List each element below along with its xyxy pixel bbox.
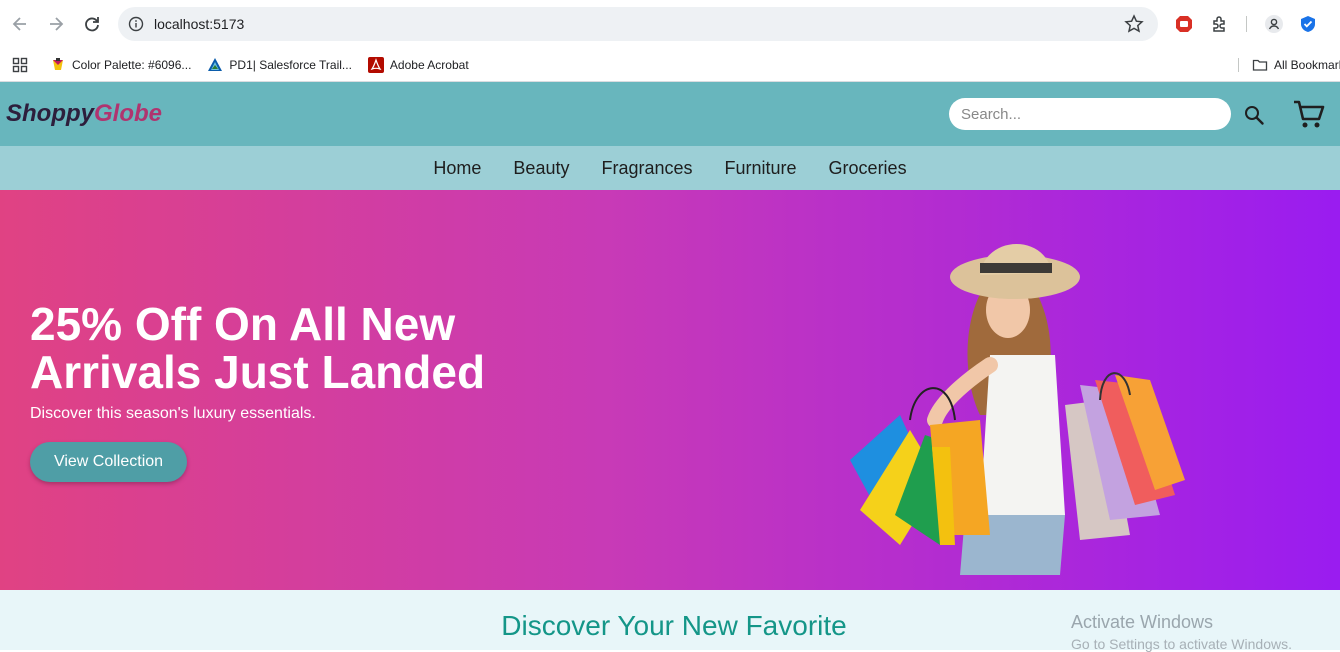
site-header: ShoppyGlobe	[0, 82, 1340, 146]
bookmarks-divider	[1238, 58, 1239, 72]
all-bookmarks-label: All Bookmarks	[1274, 58, 1340, 72]
forward-button[interactable]	[38, 6, 74, 42]
acrobat-icon	[367, 56, 384, 73]
extensions-puzzle-icon[interactable]	[1209, 13, 1231, 35]
bookmark-adobe-acrobat[interactable]: Adobe Acrobat	[367, 56, 469, 73]
view-collection-button[interactable]: View Collection	[30, 442, 187, 482]
trailhead-icon	[207, 57, 223, 73]
nav-fragrances[interactable]: Fragrances	[601, 158, 692, 179]
nav-beauty[interactable]: Beauty	[513, 158, 569, 179]
bookmarks-bar: Color Palette: #6096... PD1| Salesforce …	[0, 48, 1340, 82]
nav-groceries[interactable]: Groceries	[829, 158, 907, 179]
nav-home[interactable]: Home	[433, 158, 481, 179]
search-input[interactable]	[949, 98, 1231, 130]
toolbar-divider	[1246, 16, 1247, 32]
reload-icon	[85, 17, 99, 32]
cart-icon[interactable]	[1292, 97, 1326, 131]
all-bookmarks-button[interactable]: All Bookmarks	[1252, 48, 1340, 82]
site-info-icon[interactable]	[118, 16, 154, 32]
apps-grid-icon[interactable]	[8, 53, 32, 77]
bookmark-star-icon[interactable]	[1124, 14, 1144, 34]
shield-extension-icon[interactable]	[1297, 13, 1319, 35]
hero-banner: 25% Off On All New Arrivals Just Landed …	[0, 190, 1340, 590]
logo-part-globe: Globe	[94, 100, 163, 127]
palette-icon	[50, 57, 66, 73]
bookmark-color-palette[interactable]: Color Palette: #6096...	[50, 57, 191, 73]
bookmark-salesforce[interactable]: PD1| Salesforce Trail...	[207, 57, 352, 73]
address-bar[interactable]: localhost:5173	[118, 7, 1158, 41]
hero-shopping-woman-image	[850, 243, 1185, 575]
category-nav: Home Beauty Fragrances Furniture Groceri…	[0, 146, 1340, 190]
url-text[interactable]: localhost:5173	[154, 16, 244, 32]
adblock-extension-icon[interactable]	[1173, 13, 1195, 35]
bookmark-label: PD1| Salesforce Trail...	[229, 57, 352, 72]
browser-toolbar: localhost:5173	[0, 0, 1340, 48]
logo-part-shoppy: Shoppy	[6, 100, 94, 127]
bookmark-label: Adobe Acrobat	[389, 57, 469, 72]
back-button[interactable]	[2, 6, 38, 42]
profile-avatar-icon[interactable]	[1263, 13, 1285, 35]
site-logo[interactable]: ShoppyGlobe	[6, 100, 162, 128]
reload-button[interactable]	[74, 6, 110, 42]
hero-subtext: Discover this season's luxury essentials…	[30, 405, 316, 422]
arrow-left-icon	[12, 17, 26, 31]
windows-activation-title: Activate Windows	[1071, 612, 1214, 632]
folder-icon	[1252, 59, 1268, 71]
hero-headline: 25% Off On All New Arrivals Just Landed	[30, 298, 486, 398]
bookmark-label: Color Palette: #6096...	[72, 57, 192, 72]
arrow-right-icon	[50, 17, 64, 31]
nav-furniture[interactable]: Furniture	[725, 158, 797, 179]
search-icon[interactable]	[1243, 104, 1265, 126]
